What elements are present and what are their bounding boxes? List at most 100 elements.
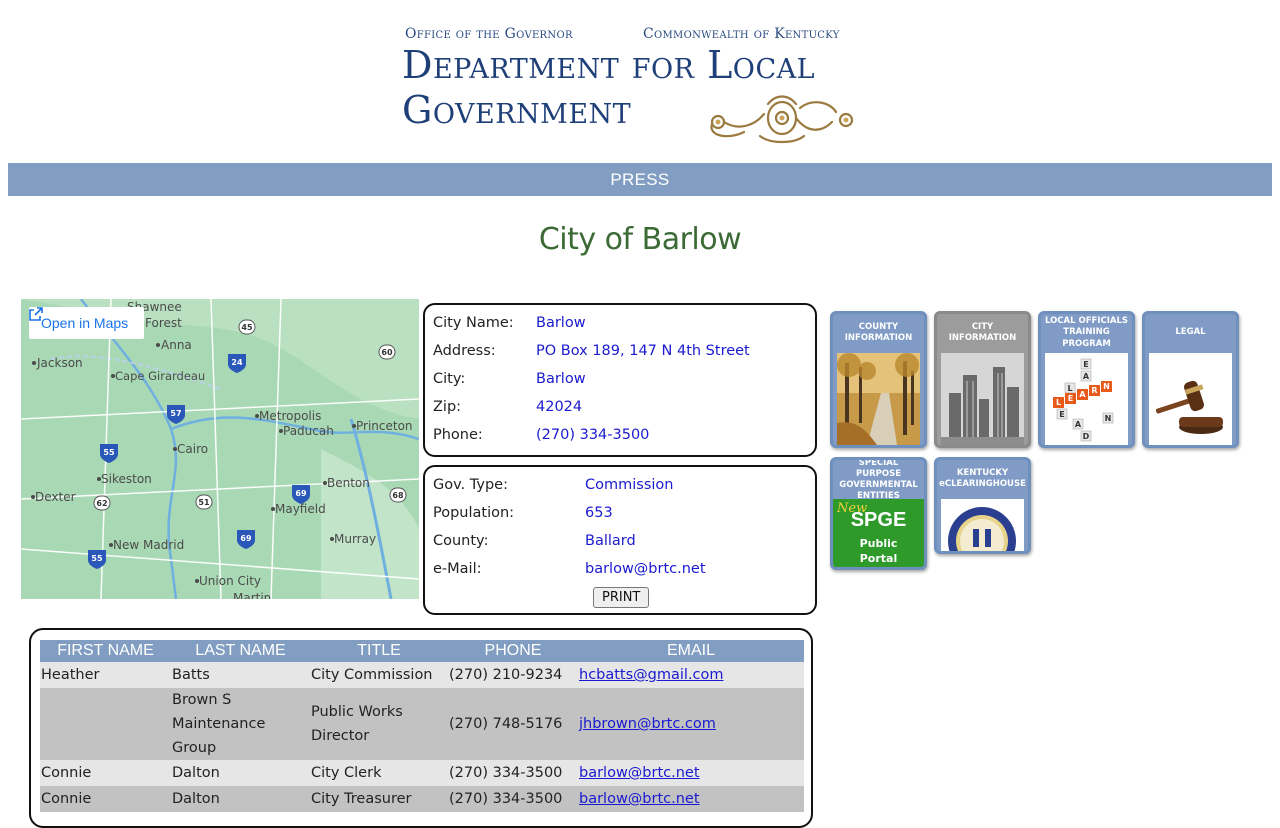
table-row: Connie Dalton City Clerk (270) 334-3500 … <box>40 760 804 786</box>
department-title-line1: Department for Local <box>402 43 816 87</box>
svg-text:E: E <box>1068 394 1073 403</box>
cell-phone: (270) 334-3500 <box>448 786 578 812</box>
route-shield-62: 62 <box>96 499 107 508</box>
city-skyline-image <box>941 353 1024 445</box>
route-shield-51: 51 <box>198 498 210 507</box>
autumn-park-image <box>837 353 920 445</box>
svg-text:E: E <box>1083 360 1088 369</box>
tile-eclearinghouse-line2: eCLEARINGHOUSE <box>939 479 1026 489</box>
cell-title: City Treasurer <box>310 786 448 812</box>
route-shield-68: 68 <box>392 491 404 500</box>
map-label-martin: Martin <box>233 591 271 599</box>
map-label-new-madrid: New Madrid <box>113 538 184 552</box>
cell-first-name: Heather <box>40 662 171 688</box>
city-map[interactable]: Forest Jackson Anna Cape Girardeau Metro… <box>21 299 419 599</box>
route-shield-69b: 69 <box>240 534 252 543</box>
email-link[interactable]: barlow@brtc.net <box>579 765 700 781</box>
header-phone[interactable]: PHONE <box>448 640 578 662</box>
city-value: Barlow <box>536 371 586 387</box>
table-row: Brown S Maintenance Group Public Works D… <box>40 688 804 760</box>
header-email[interactable]: EMAIL <box>578 640 804 662</box>
map-canvas[interactable]: Forest Jackson Anna Cape Girardeau Metro… <box>21 299 419 599</box>
table-row: Heather Batts City Commission (270) 210-… <box>40 662 804 688</box>
county-label: County: <box>433 533 489 549</box>
county-value: Ballard <box>585 533 636 549</box>
tile-spge[interactable]: SPECIAL PURPOSE GOVERNMENTAL ENTITIES New … <box>830 457 927 570</box>
gavel-image <box>1149 353 1232 445</box>
city-name-value: Barlow <box>536 315 586 331</box>
header-last-name[interactable]: LAST NAME <box>171 640 310 662</box>
email-link[interactable]: barlow@brtc.net <box>579 791 700 807</box>
nav-item-press[interactable]: PRESS <box>610 163 669 196</box>
email-link[interactable]: hcbatts@gmail.com <box>579 667 724 683</box>
map-label-cape-girardeau: Cape Girardeau <box>115 369 205 383</box>
government-info-box: Gov. Type: Commission Population: 653 Co… <box>423 465 817 615</box>
svg-text:A: A <box>1075 420 1082 429</box>
gov-type-value: Commission <box>585 477 674 493</box>
scroll-ornament-icon <box>710 95 854 144</box>
header-first-name[interactable]: FIRST NAME <box>40 640 171 662</box>
zip-value: 42024 <box>536 399 583 415</box>
tile-city-line2: INFORMATION <box>948 333 1017 343</box>
tile-training-line2: TRAINING <box>1063 327 1110 338</box>
tile-spge-line2: GOVERNMENTAL <box>839 480 918 490</box>
table-row: Connie Dalton City Treasurer (270) 334-3… <box>40 786 804 812</box>
cell-phone: (270) 334-3500 <box>448 760 578 786</box>
spge-title: SPGE <box>850 509 907 531</box>
map-label-metropolis: Metropolis <box>259 409 321 423</box>
cell-title: City Commission <box>310 662 448 688</box>
email-link[interactable]: jhbrown@brtc.com <box>579 716 716 732</box>
cell-email: hcbatts@gmail.com <box>578 662 804 688</box>
address-value: PO Box 189, 147 N 4th Street <box>536 343 750 359</box>
gov-type-label: Gov. Type: <box>433 477 508 493</box>
tile-county-information[interactable]: COUNTY INFORMATION <box>830 311 927 448</box>
tile-spge-header: SPECIAL PURPOSE GOVERNMENTAL ENTITIES <box>833 460 924 501</box>
open-in-maps-button[interactable]: Open in Maps <box>29 307 145 339</box>
svg-text:R: R <box>1091 386 1097 395</box>
email-value[interactable]: barlow@brtc.net <box>585 561 706 577</box>
open-in-maps-label: Open in Maps <box>41 315 129 331</box>
tile-eclearinghouse-header: KENTUCKY eCLEARINGHOUSE <box>937 460 1028 498</box>
cell-title: Public Works Director <box>310 688 448 760</box>
tile-legal[interactable]: LEGAL <box>1142 311 1239 448</box>
tile-training-header: LOCAL OFFICIALS TRAINING PROGRAM <box>1041 314 1132 352</box>
cell-email: jhbrown@brtc.com <box>578 688 804 760</box>
page-title: City of Barlow <box>538 222 742 257</box>
map-label-mayfield: Mayfield <box>275 502 326 516</box>
map-label-forest: Forest <box>145 316 182 330</box>
svg-text:A: A <box>1083 372 1090 381</box>
cell-last-name: Batts <box>171 662 310 688</box>
tile-kentucky-eclearinghouse[interactable]: KENTUCKY eCLEARINGHOUSE <box>934 457 1031 554</box>
print-button[interactable]: PRINT <box>593 587 650 608</box>
cell-first-name: Connie <box>40 786 171 812</box>
route-shield-55b: 55 <box>91 554 103 563</box>
spge-portal: Portal <box>859 552 898 565</box>
spge-public: Public <box>859 537 898 550</box>
map-label-murray: Murray <box>334 532 376 546</box>
route-shield-60: 60 <box>381 348 393 357</box>
svg-text:N: N <box>1103 382 1110 391</box>
tile-training-line1: LOCAL OFFICIALS <box>1044 316 1129 327</box>
spge-portal-image: New SPGE Public Portal <box>833 499 924 567</box>
zip-label: Zip: <box>433 399 462 415</box>
header-title[interactable]: TITLE <box>310 640 448 662</box>
header-banner: Office of the Governor Commonwealth of K… <box>0 0 1280 160</box>
svg-text:L: L <box>1056 398 1061 407</box>
map-label-cairo: Cairo <box>177 442 208 456</box>
map-label-anna: Anna <box>161 338 192 352</box>
tile-training-line3: PROGRAM <box>1062 338 1111 349</box>
svg-text:E: E <box>1059 410 1064 419</box>
tile-local-officials-training[interactable]: LOCAL OFFICIALS TRAINING PROGRAM LEARN EAL… <box>1038 311 1135 448</box>
tile-city-information[interactable]: CITY INFORMATION <box>934 311 1031 448</box>
main-nav: PRESS <box>8 163 1272 196</box>
route-shield-57: 57 <box>170 409 181 418</box>
cell-title: City Clerk <box>310 760 448 786</box>
map-label-jackson: Jackson <box>36 356 83 370</box>
map-label-sikeston: Sikeston <box>101 472 152 486</box>
svg-text:D: D <box>1083 432 1090 441</box>
cell-first-name: Connie <box>40 760 171 786</box>
department-logo[interactable]: Office of the Governor Commonwealth of K… <box>402 22 880 148</box>
kentucky-seal-image <box>941 499 1024 551</box>
svg-text:N: N <box>1105 414 1112 423</box>
tile-county-line2: INFORMATION <box>844 333 913 343</box>
